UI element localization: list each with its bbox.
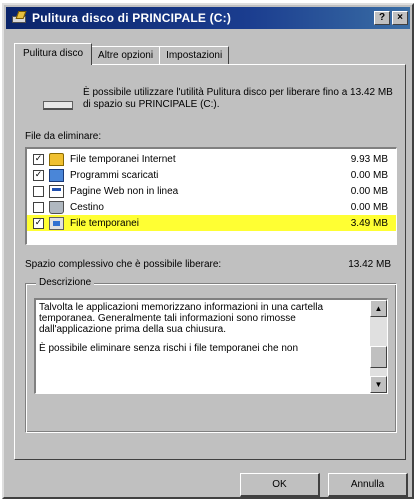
description-group: Descrizione Talvolta le applicazioni mem… [25, 277, 397, 433]
ok-button[interactable]: OK [240, 473, 320, 497]
close-button[interactable]: × [392, 11, 408, 25]
checkbox-temp-files[interactable]: ✓ [33, 217, 44, 229]
description-box[interactable]: Talvolta le applicazioni memorizzano inf… [34, 298, 388, 394]
list-item-recycle-bin[interactable]: Cestino 0.00 MB [27, 199, 396, 215]
file-size: 3.49 MB [350, 217, 388, 229]
dialog-window: Pulitura disco di PRINCIPALE (C:) ? × Pu… [2, 3, 414, 499]
checkbox-internet-temp[interactable]: ✓ [33, 153, 44, 165]
list-item-offline-pages[interactable]: Pagine Web non in linea 0.00 MB [27, 183, 396, 199]
space-label: Spazio complessivo che è possibile liber… [25, 259, 222, 270]
scroll-up-arrow-icon[interactable]: ▲ [370, 300, 387, 317]
files-list[interactable]: ✓ File temporanei Internet 9.93 MB ✓ Pro… [25, 147, 397, 245]
temp-files-icon [49, 216, 64, 230]
cancel-button[interactable]: Annulla [328, 473, 408, 497]
checkbox-downloaded-programs[interactable]: ✓ [33, 169, 44, 181]
help-button[interactable]: ? [374, 11, 390, 25]
tab-settings[interactable]: Impostazioni [159, 46, 230, 65]
list-item-internet-temp[interactable]: ✓ File temporanei Internet 9.93 MB [27, 151, 396, 167]
tab-strip: Pulitura disco Altre opzioni Impostazion… [14, 43, 230, 65]
list-item-temp-files[interactable]: ✓ File temporanei 3.49 MB [27, 215, 396, 231]
description-legend: Descrizione [36, 277, 95, 288]
title-bar[interactable]: Pulitura disco di PRINCIPALE (C:) ? × [6, 7, 410, 29]
file-size: 0.00 MB [350, 185, 388, 197]
web-page-icon [49, 184, 64, 198]
file-name: File temporanei Internet [70, 153, 176, 165]
tab-more-options[interactable]: Altre opzioni [91, 46, 161, 65]
hard-drive-icon [43, 101, 73, 110]
file-name: Pagine Web non in linea [70, 185, 179, 197]
checkbox-recycle-bin[interactable] [33, 201, 44, 213]
description-paragraph: Talvolta le applicazioni memorizzano inf… [39, 302, 324, 335]
tab-panel: È possibile utilizzare l'utilità Pulitur… [14, 64, 406, 460]
file-name: Programmi scaricati [70, 169, 159, 181]
scroll-down-arrow-icon[interactable]: ▼ [370, 376, 387, 393]
checkbox-offline-pages[interactable] [33, 185, 44, 197]
description-scrollbar[interactable]: ▲ ▼ [370, 300, 387, 393]
files-label: File da eliminare: [25, 131, 102, 142]
scroll-thumb[interactable] [370, 346, 387, 368]
file-size: 0.00 MB [350, 201, 388, 213]
intro-section: È possibile utilizzare l'utilità Pulitur… [25, 85, 395, 125]
intro-text: È possibile utilizzare l'utilità Pulitur… [83, 87, 393, 110]
description-text: Talvolta le applicazioni memorizzano inf… [39, 302, 365, 354]
recycle-bin-icon [49, 200, 64, 214]
internet-lock-icon [49, 152, 64, 166]
file-size: 0.00 MB [350, 169, 388, 181]
tab-disk-cleanup[interactable]: Pulitura disco [14, 43, 93, 65]
disk-cleanup-icon [12, 11, 28, 25]
space-value: 13.42 MB [348, 259, 391, 270]
list-item-downloaded-programs[interactable]: ✓ Programmi scaricati 0.00 MB [27, 167, 396, 183]
window-title: Pulitura disco di PRINCIPALE (C:) [32, 11, 232, 25]
file-name: Cestino [70, 201, 104, 213]
file-size: 9.93 MB [350, 153, 388, 165]
program-icon [49, 168, 64, 182]
description-paragraph: È possibile eliminare senza rischi i fil… [39, 343, 299, 354]
file-name: File temporanei [70, 217, 139, 229]
